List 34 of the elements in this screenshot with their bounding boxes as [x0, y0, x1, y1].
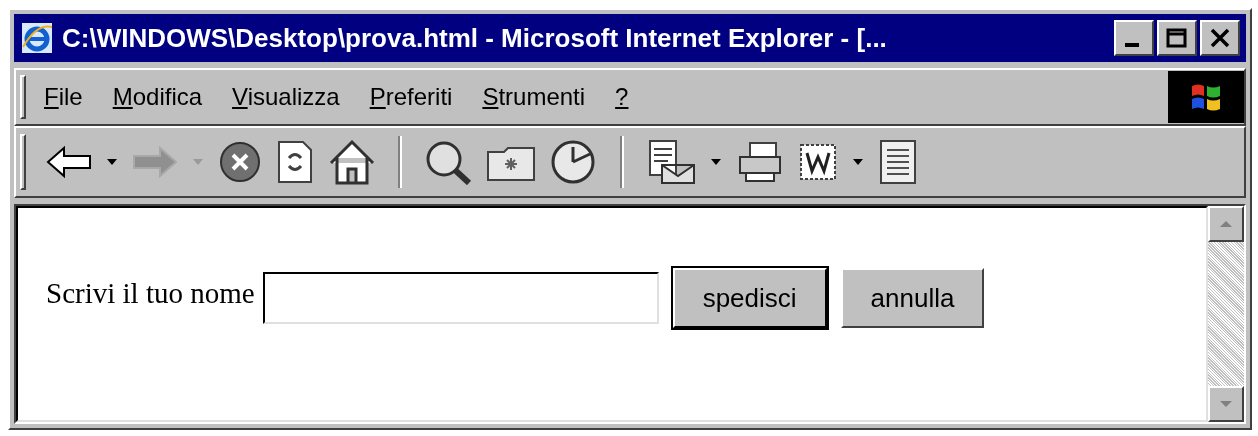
- maximize-button[interactable]: [1157, 20, 1197, 56]
- minimize-button[interactable]: [1114, 20, 1154, 56]
- dropdown-caret-icon[interactable]: [852, 158, 864, 166]
- menu-item[interactable]: Modifica: [112, 79, 203, 115]
- close-button[interactable]: [1200, 20, 1240, 56]
- submit-button[interactable]: spedisci: [672, 268, 827, 328]
- scroll-up-button[interactable]: [1208, 206, 1244, 242]
- stop-icon[interactable]: [218, 140, 262, 184]
- up-arrow-icon: [1219, 220, 1233, 228]
- window-title: C:\WINDOWS\Desktop\prova.html - Microsoft Internet Explorer - [...: [62, 21, 888, 55]
- menu-item[interactable]: Visualizza: [232, 79, 340, 115]
- back-arrow-icon[interactable]: [46, 145, 92, 179]
- search-icon[interactable]: [424, 139, 472, 185]
- scroll-down-button[interactable]: [1208, 386, 1244, 422]
- home-icon[interactable]: [328, 139, 376, 185]
- close-icon: [1209, 28, 1231, 48]
- document-icon[interactable]: [878, 138, 918, 186]
- menu-item[interactable]: File: [44, 79, 83, 115]
- name-input-field[interactable]: [262, 272, 659, 324]
- reset-button[interactable]: annulla: [840, 268, 985, 328]
- maximize-icon: [1166, 28, 1188, 48]
- dropdown-caret-icon[interactable]: [106, 158, 118, 166]
- minimize-icon: [1125, 43, 1139, 47]
- name-label: Scrivi il tuo nome: [46, 276, 255, 311]
- edit-document-icon[interactable]: [798, 142, 838, 182]
- menu-item[interactable]: ?: [615, 79, 629, 115]
- menu-item[interactable]: Strumenti: [482, 79, 586, 115]
- refresh-icon[interactable]: [276, 140, 314, 184]
- browser-logo-icon: [20, 21, 54, 55]
- mail-icon[interactable]: [646, 139, 696, 185]
- dropdown-caret-icon[interactable]: [710, 158, 722, 166]
- down-arrow-icon: [1219, 400, 1233, 408]
- menu-item[interactable]: Preferiti: [369, 79, 453, 115]
- printer-icon[interactable]: [736, 141, 784, 183]
